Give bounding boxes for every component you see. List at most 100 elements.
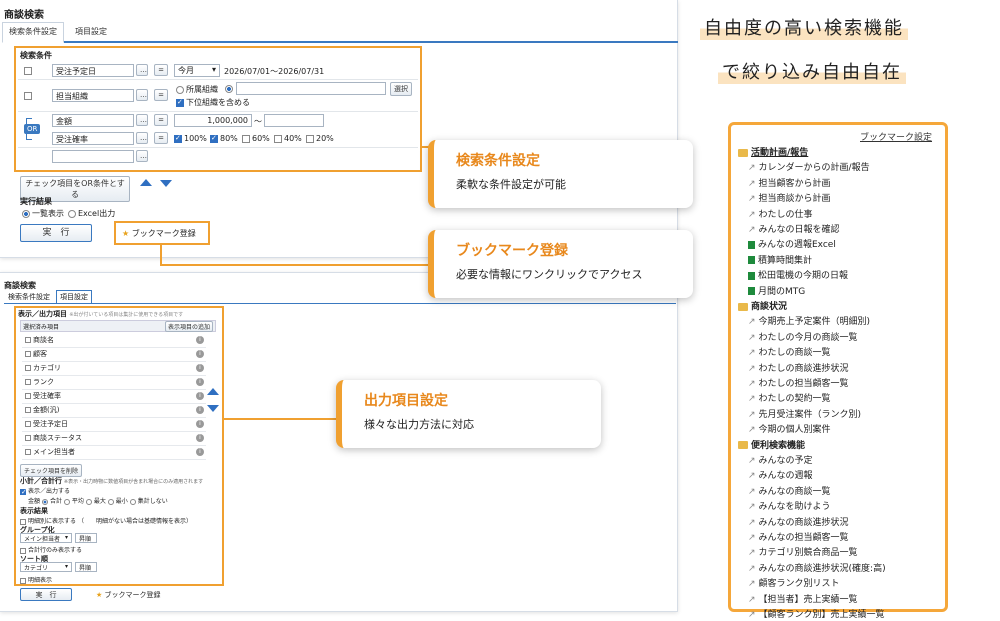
field-picker-button[interactable]: … — [136, 64, 148, 76]
info-icon[interactable]: i — [196, 448, 204, 456]
bookmark-folder[interactable]: 便利検索機能 — [738, 438, 805, 451]
prob-60[interactable]: 60% — [242, 134, 270, 143]
field-picker-button[interactable]: … — [136, 89, 148, 101]
bookmark-item[interactable]: 積算時間集計 — [748, 253, 812, 266]
bookmark-item[interactable]: みんなの週報Excel — [748, 237, 836, 250]
list-item[interactable]: 顧客 i — [22, 348, 206, 362]
prob-100[interactable]: 100% — [174, 134, 207, 143]
group-select[interactable]: メイン担当者 ▾ — [20, 533, 72, 543]
prob-80[interactable]: 80% — [210, 134, 238, 143]
bookmark-item[interactable]: ↗ 今期の個人別案件 — [748, 422, 831, 435]
operator-button[interactable]: = — [154, 114, 168, 126]
prob-40[interactable]: 40% — [274, 134, 302, 143]
field-name[interactable]: 受注確率 — [52, 132, 134, 145]
move-down-icon[interactable] — [207, 405, 219, 412]
run-button[interactable]: 実 行 — [20, 224, 92, 242]
operator-button[interactable]: = — [154, 89, 168, 101]
tab-item-settings[interactable]: 項目設定 — [68, 22, 114, 41]
bookmark-folder[interactable]: 商談状況 — [738, 299, 787, 312]
bookmark-item[interactable]: ↗ みんなの週報 — [748, 468, 813, 481]
org-input[interactable] — [236, 82, 386, 95]
info-icon[interactable]: i — [196, 392, 204, 400]
bookmark-item[interactable]: ↗ みんなの商談進捗状況 — [748, 515, 849, 528]
limit-check[interactable]: 明細表示 — [20, 575, 52, 584]
bookmark-item[interactable]: ↗ 担当顧客から計画 — [748, 176, 831, 189]
field-picker-button[interactable]: … — [136, 114, 148, 126]
show-output-check[interactable]: 表示／出力する — [20, 486, 70, 496]
list-view-radio[interactable]: 一覧表示 — [22, 208, 64, 219]
bookmark-item[interactable]: ↗ みんなの商談進捗状況(確度:高) — [748, 561, 886, 574]
agg-sum[interactable]: 合計 — [41, 498, 62, 505]
tab-search-conditions-b[interactable]: 検索条件設定 — [8, 292, 50, 302]
info-icon[interactable]: i — [196, 364, 204, 372]
list-item[interactable]: 受注予定日 i — [22, 418, 206, 432]
info-icon[interactable]: i — [196, 420, 204, 428]
tab-search-conditions[interactable]: 検索条件設定 — [2, 22, 64, 43]
custom-org-radio[interactable] — [225, 85, 233, 93]
agg-none[interactable]: 集計しない — [129, 498, 168, 505]
bookmark-item[interactable]: ↗ みんなの商談一覧 — [748, 484, 831, 497]
bookmark-item[interactable]: ↗ カレンダーからの計画/報告 — [748, 160, 870, 173]
field-name[interactable]: 担当組織 — [52, 89, 134, 102]
agg-min[interactable]: 最小 — [107, 498, 128, 505]
bookmark-item[interactable]: ↗ わたしの仕事 — [748, 207, 813, 220]
bookmark-item[interactable]: 月間のMTG — [748, 284, 805, 297]
bookmark-item[interactable]: ↗ 担当商談から計画 — [748, 191, 831, 204]
bookmark-item[interactable]: ↗ みんなの担当顧客一覧 — [748, 530, 849, 543]
field-picker-button[interactable]: … — [136, 150, 148, 162]
bookmark-register[interactable]: ★ ブックマーク登録 — [122, 228, 196, 239]
row-checkbox[interactable] — [24, 92, 32, 100]
sort-order-select[interactable]: 昇順 — [75, 562, 97, 572]
bookmark-register-bottom[interactable]: ★ ブックマーク登録 — [96, 590, 161, 600]
bookmark-item[interactable]: ↗ わたしの今月の商談一覧 — [748, 330, 858, 343]
bookmark-item[interactable]: ↗ わたしの担当顧客一覧 — [748, 376, 849, 389]
own-org-radio[interactable]: 所属組織 — [176, 84, 218, 95]
move-down-icon[interactable] — [160, 180, 172, 187]
tab-item-settings-b[interactable]: 項目設定 — [56, 290, 92, 304]
list-item[interactable]: 受注確率 i — [22, 390, 206, 404]
info-icon[interactable]: i — [196, 350, 204, 358]
bookmark-item[interactable]: ↗ カテゴリ別競合商品一覧 — [748, 545, 858, 558]
bookmark-item[interactable]: ↗ わたしの商談一覧 — [748, 345, 831, 358]
agg-avg[interactable]: 平均 — [63, 498, 84, 505]
list-item[interactable]: 金額(汎) i — [22, 404, 206, 418]
bookmark-item[interactable]: ↗ みんなの日報を確認 — [748, 222, 840, 235]
excel-output-radio[interactable]: Excel出力 — [68, 208, 115, 219]
bookmark-item[interactable]: ↗ みんなを助けよう — [748, 499, 831, 512]
info-icon[interactable]: i — [196, 378, 204, 386]
bookmark-item[interactable]: ↗ 顧客ランク別リスト — [748, 576, 840, 589]
list-item[interactable]: ランク i — [22, 376, 206, 390]
detail-display-check[interactable]: 明細別に表示する — [20, 518, 76, 525]
run-button-bottom[interactable]: 実 行 — [20, 588, 72, 601]
bookmark-item[interactable]: ↗ 【顧客ランク別】売上実績一覧 — [748, 607, 885, 620]
bookmark-settings-link[interactable]: ブックマーク設定 — [860, 130, 932, 143]
agg-max[interactable]: 最大 — [85, 498, 106, 505]
amount-from-input[interactable]: 1,000,000 — [174, 114, 252, 127]
group-order-select[interactable]: 昇順 — [75, 533, 97, 543]
prob-20[interactable]: 20% — [306, 134, 334, 143]
field-picker-button[interactable]: … — [136, 132, 148, 144]
period-select[interactable]: 今月 ▾ — [174, 64, 220, 77]
list-item[interactable]: メイン担当者 i — [22, 446, 206, 460]
list-item[interactable]: カテゴリ i — [22, 362, 206, 376]
include-sub-org[interactable]: 下位組織を含める — [176, 97, 250, 108]
bookmark-item[interactable]: ↗ わたしの商談進捗状況 — [748, 361, 849, 374]
field-name[interactable]: 受注予定日 — [52, 64, 134, 77]
info-icon[interactable]: i — [196, 406, 204, 414]
info-icon[interactable]: i — [196, 434, 204, 442]
bookmark-item[interactable]: ↗ 【担当者】売上実績一覧 — [748, 592, 858, 605]
amount-to-input[interactable] — [264, 114, 324, 127]
bookmark-item[interactable]: ↗ 先月受注案件（ランク別) — [748, 407, 861, 420]
operator-button[interactable]: = — [154, 132, 168, 144]
bookmark-item[interactable]: ↗ わたしの契約一覧 — [748, 391, 831, 404]
move-up-icon[interactable] — [207, 388, 219, 395]
field-name-empty[interactable] — [52, 150, 134, 163]
org-select-button[interactable]: 選択 — [390, 82, 412, 96]
list-item[interactable]: 商談名 i — [22, 334, 206, 348]
operator-button[interactable]: = — [154, 64, 168, 76]
sort-select[interactable]: カテゴリ ▾ — [20, 562, 72, 572]
row-checkbox[interactable] — [24, 67, 32, 75]
info-icon[interactable]: i — [196, 336, 204, 344]
total-only-check[interactable]: 合計行のみ表示する — [20, 545, 82, 554]
bookmark-folder[interactable]: 活動計画/報告 — [738, 145, 808, 158]
